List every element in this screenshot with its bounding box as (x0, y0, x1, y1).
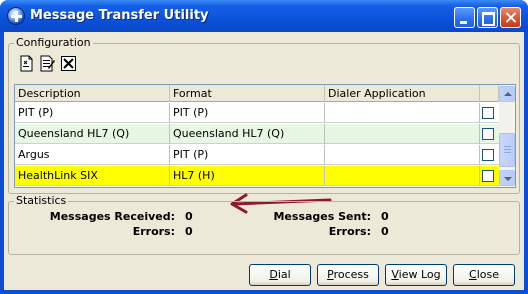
grip-line (504, 146, 511, 147)
app-globe-icon[interactable] (7, 7, 25, 25)
scroll-up-arrow-icon[interactable] (499, 86, 515, 102)
messages-received-label: Messages Received: (49, 210, 175, 223)
dial-label: ial (277, 268, 291, 281)
edit-record-button[interactable] (38, 54, 55, 72)
dialer-cell (325, 145, 480, 165)
errors-sent-value: 0 (381, 225, 389, 238)
grip-line (504, 149, 511, 150)
column-header-format[interactable]: Format (170, 85, 325, 102)
column-header-dialer-application[interactable]: Dialer Application (325, 85, 480, 102)
format-cell: HL7 (H) (170, 166, 325, 186)
app-window: Message Transfer Utility Configuration D… (0, 0, 528, 294)
new-record-button[interactable] (17, 54, 34, 72)
configuration-table: Description Format Dialer Application PI… (14, 84, 516, 188)
format-cell: PIT (P) (170, 145, 325, 165)
scroll-thumb[interactable] (499, 133, 515, 167)
row-checkbox[interactable] (482, 128, 494, 140)
window-title: Message Transfer Utility (30, 8, 209, 23)
table-header: Description Format Dialer Application (15, 85, 499, 102)
process-label: rocess (333, 268, 369, 281)
description-cell: Queensland HL7 (Q) (15, 124, 170, 144)
dial-accelerator: D (269, 268, 278, 281)
statistics-legend: Statistics (14, 194, 69, 207)
vertical-scrollbar[interactable] (499, 85, 515, 187)
grip-line (504, 152, 511, 153)
description-cell: HealthLink SIX (15, 166, 170, 186)
maximize-button[interactable] (477, 7, 498, 28)
view-log-accelerator: V (391, 268, 399, 281)
column-header-description[interactable]: Description (15, 85, 170, 102)
delete-record-button[interactable] (59, 54, 76, 71)
format-cell: Queensland HL7 (Q) (170, 124, 325, 144)
errors-sent-label: Errors: (328, 225, 371, 238)
table-row[interactable]: Argus PIT (P) (15, 145, 499, 165)
view-log-button[interactable]: View Log (385, 264, 447, 286)
scroll-down-arrow-icon[interactable] (499, 170, 515, 186)
errors-received-label: Errors: (132, 225, 175, 238)
configuration-group: Configuration Description Format Dialer … (8, 36, 520, 194)
dialer-cell (325, 166, 480, 186)
row-checkbox[interactable] (482, 107, 494, 119)
minimize-button[interactable] (454, 7, 475, 28)
dialer-cell (325, 124, 480, 144)
close-button[interactable]: Close (453, 264, 515, 286)
close-window-button[interactable] (500, 7, 521, 28)
errors-received-value: 0 (185, 225, 193, 238)
table-row[interactable]: PIT (P) PIT (P) (15, 103, 499, 123)
edit-document-icon (40, 55, 55, 72)
new-document-icon (20, 55, 33, 72)
close-label: lose (476, 268, 499, 281)
description-cell: PIT (P) (15, 103, 170, 123)
delete-icon (61, 56, 76, 71)
row-checkbox[interactable] (482, 149, 494, 161)
close-accelerator: C (469, 268, 477, 281)
column-header-flag[interactable] (480, 85, 499, 102)
client-area: Configuration Description Format Dialer … (4, 32, 524, 290)
process-button[interactable]: Process (317, 264, 379, 286)
messages-sent-label: Messages Sent: (273, 210, 371, 223)
messages-received-value: 0 (185, 210, 193, 223)
table-row-selected[interactable]: HealthLink SIX HL7 (H) (15, 166, 499, 186)
dialer-cell (325, 103, 480, 123)
statistics-group: Statistics Messages Received: 0 Errors: … (8, 194, 520, 255)
format-cell: PIT (P) (170, 103, 325, 123)
dial-button[interactable]: Dial (249, 264, 311, 286)
view-log-label: iew Log (398, 268, 441, 281)
table-row[interactable]: Queensland HL7 (Q) Queensland HL7 (Q) (15, 124, 499, 144)
title-bar[interactable]: Message Transfer Utility (0, 0, 528, 32)
description-cell: Argus (15, 145, 170, 165)
messages-sent-value: 0 (381, 210, 389, 223)
configuration-legend: Configuration (14, 36, 93, 49)
row-checkbox[interactable] (482, 170, 494, 182)
